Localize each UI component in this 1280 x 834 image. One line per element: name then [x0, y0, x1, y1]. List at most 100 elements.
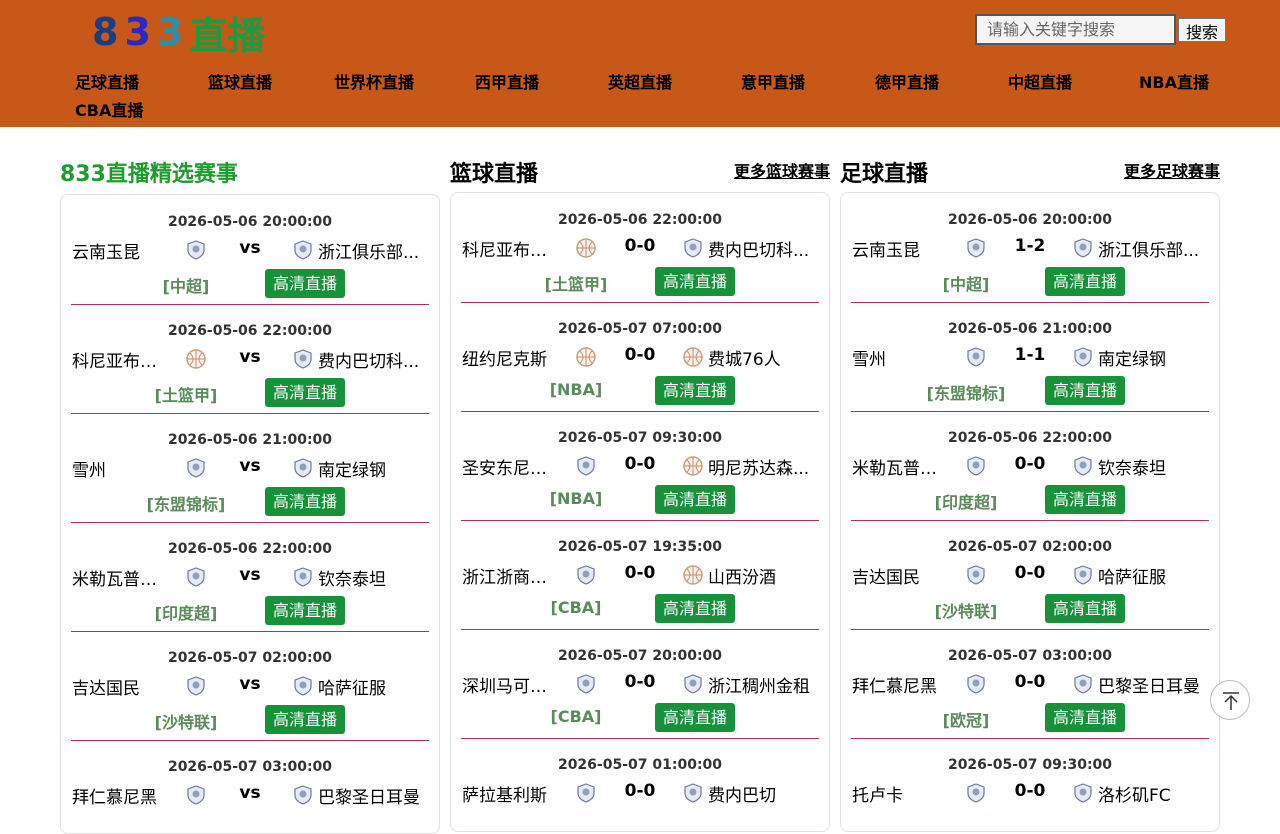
away-team-name[interactable]: 南定绿钢: [318, 456, 423, 481]
hd-live-button[interactable]: 高清直播: [265, 596, 345, 625]
league-tag[interactable]: [东盟锦标]: [911, 380, 1021, 404]
away-team-name[interactable]: 钦奈泰坦: [1098, 454, 1203, 479]
home-team-name[interactable]: 拜仁慕尼黑: [72, 783, 172, 808]
home-team-name[interactable]: 纽约尼克斯: [462, 345, 562, 370]
home-team-name[interactable]: 萨拉基利斯: [462, 781, 562, 806]
hd-live-button[interactable]: 高清直播: [1045, 703, 1125, 732]
match-time: 2026-05-06 22:00:00: [557, 212, 723, 228]
more-basketball-link[interactable]: 更多篮球赛事: [734, 158, 830, 182]
match-time: 2026-05-06 22:00:00: [167, 323, 333, 339]
site-logo[interactable]: 8 3 3 直播: [92, 10, 265, 58]
home-team-name[interactable]: 米勒瓦普甲比: [72, 565, 172, 590]
away-team-name[interactable]: 山西汾酒: [708, 563, 813, 588]
away-team-logo-icon: [1073, 238, 1093, 258]
match-time: 2026-05-06 21:00:00: [947, 321, 1113, 337]
home-team-name[interactable]: 雪州: [72, 456, 172, 481]
away-team-name[interactable]: 巴黎圣日耳曼: [318, 783, 423, 808]
match-panel: 2026-05-06 20:00:00 云南玉昆 1-2 浙江俱乐部... [中超] 高清…: [840, 192, 1220, 832]
home-team-name[interactable]: 云南玉昆: [72, 238, 172, 263]
column-title: 篮球直播: [450, 162, 539, 187]
league-tag[interactable]: [土篮甲]: [131, 382, 241, 406]
away-team-name[interactable]: 费内巴切: [708, 781, 813, 806]
away-team-name[interactable]: 南定绿钢: [1098, 345, 1203, 370]
league-tag[interactable]: [欧冠]: [911, 707, 1021, 731]
home-team-logo-icon: [966, 347, 986, 367]
away-team-name[interactable]: 哈萨征服: [318, 674, 423, 699]
league-tag[interactable]: [土篮甲]: [521, 271, 631, 295]
home-team-name[interactable]: 科尼亚布于...: [462, 236, 562, 261]
nav-premier-league[interactable]: 英超直播: [608, 69, 672, 93]
away-team-name[interactable]: 浙江稠州金租: [708, 672, 813, 697]
league-tag[interactable]: [印度超]: [911, 489, 1021, 513]
hd-live-button[interactable]: 高清直播: [655, 594, 735, 623]
home-team-name[interactable]: 吉达国民: [852, 563, 952, 588]
league-tag[interactable]: [沙特联]: [131, 709, 241, 733]
away-team-name[interactable]: 钦奈泰坦: [318, 565, 423, 590]
away-team-name[interactable]: 费城76人: [708, 345, 813, 370]
away-team-logo-icon: [683, 238, 703, 258]
nav-laliga[interactable]: 西甲直播: [475, 69, 539, 93]
away-team-logo-icon: [293, 567, 313, 587]
away-team-name[interactable]: 洛杉矶FC: [1098, 781, 1203, 806]
back-to-top-button[interactable]: [1210, 680, 1250, 720]
match-score: vs: [239, 674, 261, 694]
more-football-link[interactable]: 更多足球赛事: [1124, 158, 1220, 182]
league-tag[interactable]: [东盟锦标]: [131, 491, 241, 515]
hd-live-button[interactable]: 高清直播: [265, 269, 345, 298]
home-team-name[interactable]: 米勒瓦普甲比: [852, 454, 952, 479]
away-team-logo-icon: [683, 347, 703, 367]
hd-live-button[interactable]: 高清直播: [1045, 485, 1125, 514]
league-tag[interactable]: [NBA]: [521, 489, 631, 508]
home-team-name[interactable]: 云南玉昆: [852, 236, 952, 261]
nav-worldcup[interactable]: 世界杯直播: [334, 69, 414, 93]
nav-bundesliga[interactable]: 德甲直播: [875, 69, 939, 93]
away-team-name[interactable]: 浙江俱乐部...: [1098, 236, 1203, 261]
league-tag[interactable]: [中超]: [131, 273, 241, 297]
nav-cba[interactable]: CBA直播: [75, 97, 143, 121]
away-team-name[interactable]: 巴黎圣日耳曼: [1098, 672, 1203, 697]
away-team-name[interactable]: 浙江俱乐部...: [318, 238, 423, 263]
hd-live-button[interactable]: 高清直播: [265, 705, 345, 734]
league-tag[interactable]: [CBA]: [521, 707, 631, 726]
home-team-name[interactable]: 科尼亚布于...: [72, 347, 172, 372]
home-team-logo-icon: [966, 456, 986, 476]
hd-live-button[interactable]: 高清直播: [1045, 267, 1125, 296]
home-team-name[interactable]: 吉达国民: [72, 674, 172, 699]
hd-live-button[interactable]: 高清直播: [1045, 594, 1125, 623]
league-tag[interactable]: [印度超]: [131, 600, 241, 624]
nav-nba[interactable]: NBA直播: [1139, 69, 1209, 93]
home-team-name[interactable]: 圣安东尼奥...: [462, 454, 562, 479]
match-card: 2026-05-07 03:00:00 拜仁慕尼黑 0-0 巴黎圣日耳曼 [欧冠] 高清直…: [851, 629, 1209, 739]
league-tag[interactable]: [沙特联]: [911, 598, 1021, 622]
logo-char-3: 3: [156, 10, 190, 54]
home-team-name[interactable]: 雪州: [852, 345, 952, 370]
nav-csl[interactable]: 中超直播: [1008, 69, 1072, 93]
league-tag[interactable]: [NBA]: [521, 380, 631, 399]
search-input[interactable]: [975, 14, 1176, 45]
home-team-name[interactable]: 深圳马可波罗: [462, 672, 562, 697]
nav-football[interactable]: 足球直播: [75, 69, 139, 93]
home-team-name[interactable]: 浙江浙商证券: [462, 563, 562, 588]
nav-basketball[interactable]: 篮球直播: [208, 69, 272, 93]
away-team-name[interactable]: 哈萨征服: [1098, 563, 1203, 588]
league-tag[interactable]: [CBA]: [521, 598, 631, 617]
hd-live-button[interactable]: 高清直播: [1045, 376, 1125, 405]
hd-live-button[interactable]: 高清直播: [655, 376, 735, 405]
nav-serie-a[interactable]: 意甲直播: [741, 69, 805, 93]
search-button[interactable]: 搜索: [1178, 17, 1226, 42]
hd-live-button[interactable]: 高清直播: [265, 487, 345, 516]
away-team-name[interactable]: 明尼苏达森...: [708, 454, 813, 479]
away-team-name[interactable]: 费内巴切科...: [708, 236, 813, 261]
home-team-name[interactable]: 拜仁慕尼黑: [852, 672, 952, 697]
away-team-logo-icon: [1073, 565, 1093, 585]
home-team-name[interactable]: 托卢卡: [852, 781, 952, 806]
hd-live-button[interactable]: 高清直播: [655, 485, 735, 514]
hd-live-button[interactable]: 高清直播: [655, 703, 735, 732]
hd-live-button[interactable]: 高清直播: [265, 378, 345, 407]
league-tag[interactable]: [中超]: [911, 271, 1021, 295]
match-time: 2026-05-07 09:30:00: [557, 430, 723, 446]
away-team-name[interactable]: 费内巴切科...: [318, 347, 423, 372]
match-time: 2026-05-07 02:00:00: [947, 539, 1113, 555]
hd-live-button[interactable]: 高清直播: [655, 267, 735, 296]
match-card: 2026-05-06 20:00:00 云南玉昆 vs 浙江俱乐部... [中超] 高清直…: [71, 195, 429, 305]
